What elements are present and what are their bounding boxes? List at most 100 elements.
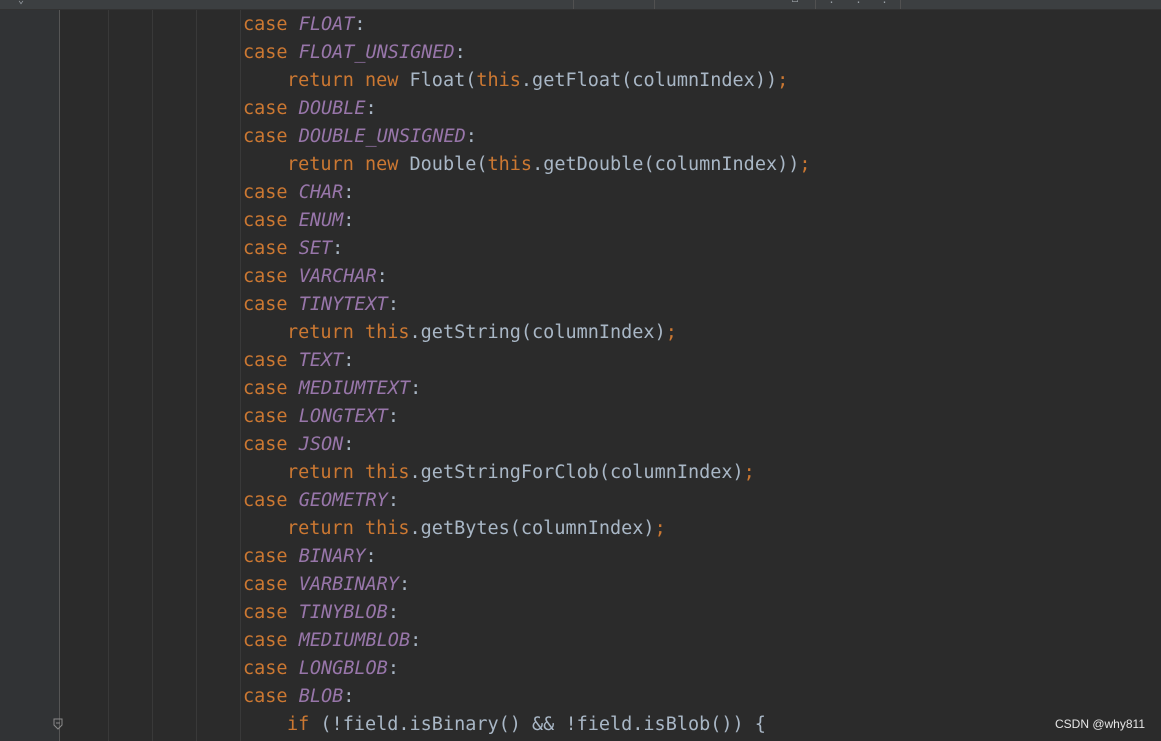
- keyword: return: [287, 518, 354, 539]
- code-line[interactable]: return this.getString(columnIndex);: [287, 319, 677, 347]
- code-line[interactable]: case JSON:: [243, 431, 354, 459]
- toolbar-icon[interactable]: ˈ: [915, 0, 921, 6]
- keyword: case: [243, 602, 288, 623]
- toolbar-icon[interactable]: ˊ: [745, 0, 748, 6]
- punctuation: :: [410, 378, 422, 399]
- enum-constant: TINYTEXT: [298, 294, 388, 315]
- semicolon: ;: [777, 70, 789, 91]
- enum-constant: GEOMETRY: [298, 490, 388, 511]
- gutter-border: [59, 10, 60, 741]
- code-line[interactable]: case FLOAT:: [243, 11, 366, 39]
- indent-guide: [196, 10, 197, 741]
- code-line[interactable]: case LONGBLOB:: [243, 655, 399, 683]
- code-text: .getDouble(columnIndex)): [532, 154, 800, 175]
- keyword: case: [243, 406, 288, 427]
- code-line[interactable]: case ENUM:: [243, 207, 354, 235]
- enum-constant: JSON: [298, 434, 344, 455]
- enum-constant: DOUBLE_UNSIGNED: [298, 126, 466, 147]
- keyword: return: [287, 70, 354, 91]
- toolbar-divider: [573, 0, 574, 9]
- code-line[interactable]: return this.getStringForClob(columnIndex…: [287, 459, 755, 487]
- code-line[interactable]: case VARCHAR:: [243, 263, 388, 291]
- keyword: case: [243, 574, 288, 595]
- code-line[interactable]: return new Double(this.getDouble(columnI…: [287, 151, 811, 179]
- punctuation: :: [354, 14, 366, 35]
- keyword: case: [243, 490, 288, 511]
- enum-constant: FLOAT: [298, 14, 355, 35]
- punctuation: :: [343, 686, 355, 707]
- enum-constant: CHAR: [298, 182, 344, 203]
- code-line[interactable]: case VARBINARY:: [243, 571, 410, 599]
- editor-toolbar-strip: ⌄ ˊ ˊ ˊ ▭ ꓸ ꓸ ꓸ ˈ ˈ: [0, 0, 1161, 10]
- keyword: case: [243, 182, 288, 203]
- code-line[interactable]: case MEDIUMTEXT:: [243, 375, 421, 403]
- keyword: new: [364, 70, 399, 91]
- code-line[interactable]: case SET:: [243, 235, 343, 263]
- code-line[interactable]: case CHAR:: [243, 179, 354, 207]
- toolbar-icon[interactable]: ꓸ: [857, 0, 860, 6]
- toolbar-icon[interactable]: ▭: [792, 0, 798, 6]
- keyword: this: [364, 518, 410, 539]
- indent-guide: [240, 10, 241, 741]
- code-line[interactable]: case BLOB:: [243, 683, 354, 711]
- punctuation: :: [376, 266, 388, 287]
- enum-constant: FLOAT_UNSIGNED: [298, 42, 455, 63]
- code-line[interactable]: if (!field.isBinary() && !field.isBlob()…: [287, 711, 766, 739]
- semicolon: ;: [665, 322, 677, 343]
- toolbar-icon[interactable]: ⌄: [18, 0, 24, 6]
- enum-constant: MEDIUMBLOB: [298, 630, 411, 651]
- enum-constant: BINARY: [298, 546, 366, 567]
- semicolon: ;: [654, 518, 666, 539]
- code-line[interactable]: case TINYTEXT:: [243, 291, 399, 319]
- code-text: .getBytes(columnIndex): [409, 518, 655, 539]
- enum-constant: LONGBLOB: [298, 658, 388, 679]
- keyword: case: [243, 98, 288, 119]
- keyword: this: [364, 322, 410, 343]
- keyword: case: [243, 686, 288, 707]
- keyword: case: [243, 42, 288, 63]
- toolbar-icon[interactable]: ˊ: [690, 0, 693, 6]
- toolbar-icon[interactable]: ꓸ: [830, 0, 833, 6]
- punctuation: :: [387, 294, 399, 315]
- semicolon: ;: [799, 154, 811, 175]
- punctuation: :: [343, 182, 355, 203]
- keyword: case: [243, 294, 288, 315]
- line-number-gutter[interactable]: [0, 10, 59, 741]
- toolbar-icon[interactable]: ˊ: [770, 0, 773, 6]
- watermark: CSDN @why811: [1055, 717, 1145, 731]
- code-line[interactable]: case FLOAT_UNSIGNED:: [243, 39, 466, 67]
- keyword: case: [243, 658, 288, 679]
- code-line[interactable]: return new Float(this.getFloat(columnInd…: [287, 67, 788, 95]
- enum-constant: VARBINARY: [298, 574, 399, 595]
- punctuation: :: [410, 630, 422, 651]
- code-line[interactable]: case BINARY:: [243, 543, 377, 571]
- punctuation: :: [387, 406, 399, 427]
- code-line[interactable]: case TINYBLOB:: [243, 599, 399, 627]
- keyword: case: [243, 238, 288, 259]
- keyword: case: [243, 266, 288, 287]
- punctuation: :: [387, 658, 399, 679]
- code-line[interactable]: case DOUBLE_UNSIGNED:: [243, 123, 477, 151]
- code-text: .getStringForClob(columnIndex): [409, 462, 744, 483]
- code-line[interactable]: case GEOMETRY:: [243, 487, 399, 515]
- keyword: new: [364, 154, 399, 175]
- toolbar-icon[interactable]: ꓸ: [883, 0, 886, 6]
- keyword: return: [287, 154, 354, 175]
- indent-guide: [108, 10, 109, 741]
- fold-icon[interactable]: [53, 718, 63, 730]
- toolbar-divider: [900, 0, 901, 9]
- code-line[interactable]: case MEDIUMBLOB:: [243, 627, 421, 655]
- code-line[interactable]: case DOUBLE:: [243, 95, 377, 123]
- semicolon: ;: [743, 462, 755, 483]
- code-line[interactable]: case TEXT:: [243, 347, 354, 375]
- punctuation: :: [343, 434, 355, 455]
- toolbar-icon[interactable]: ˈ: [937, 0, 943, 6]
- code-text: Float(: [398, 70, 477, 91]
- code-line[interactable]: case LONGTEXT:: [243, 403, 399, 431]
- code-line[interactable]: return this.getBytes(columnIndex);: [287, 515, 666, 543]
- code-text: (!field.isBinary() && !field.isBlob()) {: [309, 714, 766, 735]
- enum-constant: MEDIUMTEXT: [298, 378, 411, 399]
- enum-constant: TINYBLOB: [298, 602, 388, 623]
- punctuation: :: [465, 126, 477, 147]
- keyword: this: [476, 70, 521, 91]
